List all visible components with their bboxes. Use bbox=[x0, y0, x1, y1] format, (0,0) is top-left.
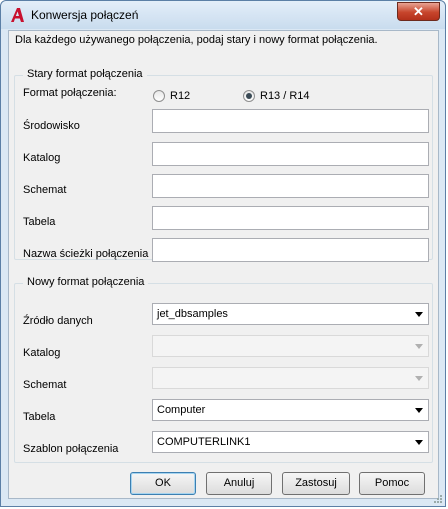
new-table-select[interactable]: Computer bbox=[152, 399, 429, 421]
chevron-down-icon bbox=[415, 376, 423, 381]
link-template-value: COMPUTERLINK1 bbox=[157, 436, 251, 448]
radio-r12-circle bbox=[153, 90, 165, 102]
env-label: Środowisko bbox=[23, 120, 80, 132]
data-source-select[interactable]: jet_dbsamples bbox=[152, 303, 429, 325]
chevron-down-icon bbox=[415, 408, 423, 413]
dialog-window: Konwersja połączeń ✕ Dla każdego używane… bbox=[0, 0, 446, 507]
new-schema-label: Schemat bbox=[23, 379, 67, 391]
path-name-input[interactable] bbox=[152, 238, 429, 262]
table-label: Tabela bbox=[23, 216, 56, 228]
new-table-label: Tabela bbox=[23, 411, 56, 423]
table-input[interactable] bbox=[152, 206, 429, 230]
description-text: Dla każdego używanego połączenia, podaj … bbox=[15, 34, 378, 46]
apply-button[interactable]: Zastosuj bbox=[282, 472, 350, 495]
old-format-group-title: Stary format połączenia bbox=[23, 68, 147, 80]
old-format-group: Stary format połączenia Format połączeni… bbox=[14, 68, 433, 262]
new-schema-select bbox=[152, 367, 429, 389]
new-format-group-title: Nowy format połączenia bbox=[23, 276, 149, 288]
radio-r13-r14[interactable]: R13 / R14 bbox=[243, 90, 310, 102]
catalog-input[interactable] bbox=[152, 142, 429, 166]
catalog-label: Katalog bbox=[23, 152, 61, 164]
data-source-value: jet_dbsamples bbox=[157, 308, 228, 320]
chevron-down-icon bbox=[415, 344, 423, 349]
link-template-label: Szablon połączenia bbox=[23, 443, 119, 455]
radio-r12[interactable]: R12 bbox=[153, 90, 190, 102]
help-button[interactable]: Pomoc bbox=[359, 472, 425, 495]
radio-r13-r14-label: R13 / R14 bbox=[260, 90, 310, 102]
data-source-label: Źródło danych bbox=[23, 315, 93, 327]
chevron-down-icon bbox=[415, 312, 423, 317]
link-template-select[interactable]: COMPUTERLINK1 bbox=[152, 431, 429, 453]
env-input[interactable] bbox=[152, 109, 429, 133]
window-title: Konwersja połączeń bbox=[31, 8, 139, 22]
path-name-label: Nazwa ścieżki połączenia bbox=[23, 248, 149, 260]
schema-label: Schemat bbox=[23, 184, 67, 196]
title-bar: Konwersja połączeń ✕ bbox=[1, 1, 445, 29]
close-button[interactable]: ✕ bbox=[397, 2, 440, 21]
new-catalog-select bbox=[152, 335, 429, 357]
new-table-value: Computer bbox=[157, 404, 206, 416]
format-label: Format połączenia: bbox=[23, 87, 117, 99]
new-catalog-label: Katalog bbox=[23, 347, 61, 359]
resize-grip-icon[interactable] bbox=[433, 494, 443, 504]
schema-input[interactable] bbox=[152, 174, 429, 198]
autocad-logo-icon bbox=[11, 8, 24, 22]
chevron-down-icon bbox=[415, 440, 423, 445]
ok-button[interactable]: OK bbox=[130, 472, 196, 495]
cancel-button[interactable]: Anuluj bbox=[206, 472, 272, 495]
radio-r13-r14-circle bbox=[243, 90, 255, 102]
radio-r12-label: R12 bbox=[170, 90, 191, 102]
new-format-group: Nowy format połączenia Źródło danych jet… bbox=[14, 276, 433, 463]
dialog-body: Dla każdego używanego połączenia, podaj … bbox=[8, 30, 439, 499]
